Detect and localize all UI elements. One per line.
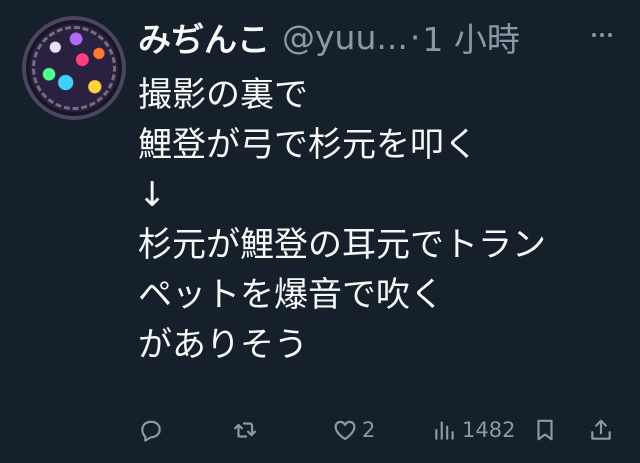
tweet-text-line: がありそう — [138, 325, 308, 365]
share-icon — [591, 419, 611, 440]
tweet-text-line: ペットを爆音で吹く — [138, 275, 444, 315]
bookmark-button[interactable] — [532, 412, 558, 448]
tweet-text: 撮影の裏で 鯉登が弓で杉元を叩く ↓ 杉元が鯉登の耳元でトラン ペットを爆音で吹… — [138, 70, 638, 370]
action-bar: 2 1482 — [136, 412, 626, 448]
heart-icon — [334, 420, 356, 440]
avatar[interactable] — [22, 16, 126, 120]
reply-button[interactable] — [138, 412, 168, 448]
share-button[interactable] — [588, 412, 614, 448]
tweet-text-line: 杉元が鯉登の耳元でトラン — [138, 225, 546, 265]
tweet[interactable]: みぢんこ @yuu... · 1 小時 撮影の裏で 鯉登が弓で杉元を叩く ↓ 杉… — [0, 0, 640, 463]
like-button[interactable]: 2 — [332, 412, 375, 448]
tweet-header: みぢんこ @yuu... · 1 小時 — [138, 12, 638, 62]
more-button[interactable] — [580, 20, 624, 50]
tweet-text-line: ↓ — [138, 175, 167, 215]
views-button[interactable]: 1482 — [432, 412, 515, 448]
retweet-icon — [233, 422, 257, 438]
views-chart-icon — [435, 421, 454, 440]
more-icon — [608, 33, 612, 37]
tweet-text-line: 鯉登が弓で杉元を叩く — [138, 125, 478, 165]
display-name[interactable]: みぢんこ — [138, 13, 270, 61]
bookmark-icon — [537, 419, 553, 441]
like-count: 2 — [362, 418, 376, 442]
separator-dot: · — [409, 17, 421, 57]
tweet-text-line: 撮影の裏で — [138, 75, 308, 115]
user-handle[interactable]: @yuu... — [282, 18, 408, 57]
view-count: 1482 — [462, 418, 516, 442]
more-icon — [600, 33, 604, 37]
retweet-button[interactable] — [232, 412, 262, 448]
reply-icon — [141, 420, 161, 442]
more-icon — [592, 33, 596, 37]
timestamp[interactable]: 1 小時 — [422, 13, 520, 61]
